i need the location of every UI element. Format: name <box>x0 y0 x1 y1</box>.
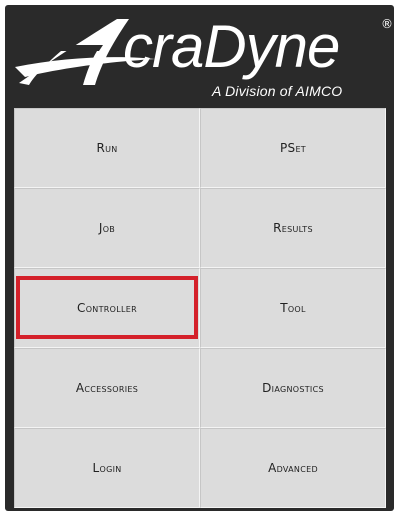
menu-controller-button[interactable]: Controller <box>14 268 200 348</box>
menu-run-button[interactable]: Run <box>14 108 200 188</box>
menu-pset-button[interactable]: PSet <box>200 108 386 188</box>
menu-label: Job <box>98 221 116 235</box>
menu-label: Login <box>92 461 122 475</box>
menu-login-button[interactable]: Login <box>14 428 200 508</box>
menu-label: Results <box>273 221 313 235</box>
main-menu-grid: Run PSet Job Results Controller Tool Acc… <box>14 108 386 508</box>
header: craDyne ® A Division of AIMCO <box>5 5 394 108</box>
brand-wordmark: craDyne <box>123 13 340 80</box>
app-frame: craDyne ® A Division of AIMCO Run PSet J… <box>5 5 394 511</box>
menu-results-button[interactable]: Results <box>200 188 386 268</box>
menu-job-button[interactable]: Job <box>14 188 200 268</box>
menu-label: Run <box>96 141 118 155</box>
menu-label: Accessories <box>75 381 139 395</box>
menu-tool-button[interactable]: Tool <box>200 268 386 348</box>
menu-label: Tool <box>280 301 306 315</box>
menu-diagnostics-button[interactable]: Diagnostics <box>200 348 386 428</box>
menu-label: Advanced <box>268 461 318 475</box>
menu-advanced-button[interactable]: Advanced <box>200 428 386 508</box>
menu-accessories-button[interactable]: Accessories <box>14 348 200 428</box>
menu-label: Diagnostics <box>262 381 324 395</box>
menu-label: Controller <box>77 301 137 315</box>
tagline: A Division of AIMCO <box>212 83 343 99</box>
registered-mark: ® <box>381 17 393 31</box>
menu-label: PSet <box>280 141 306 155</box>
